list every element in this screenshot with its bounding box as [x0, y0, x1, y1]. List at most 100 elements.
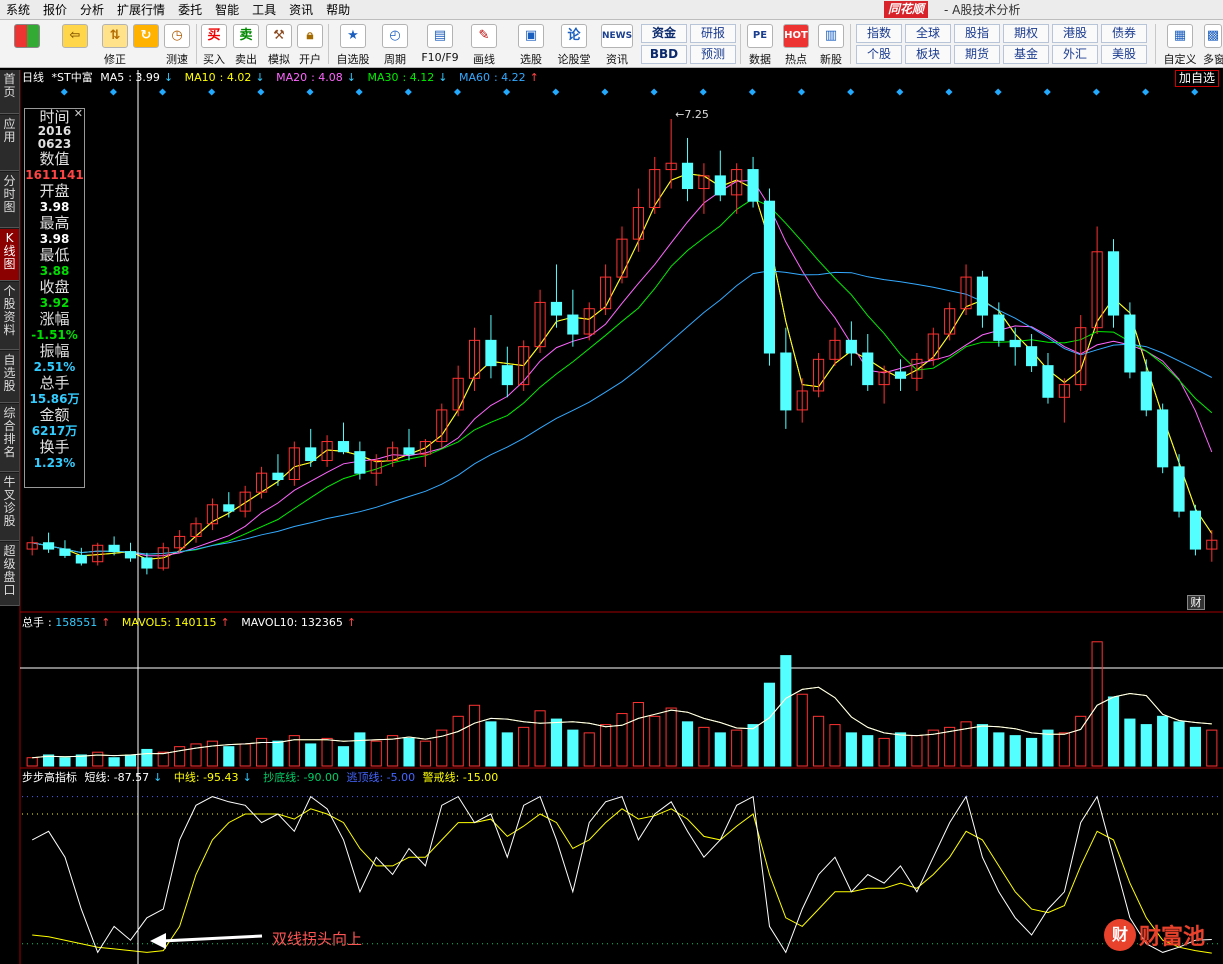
tab-apps[interactable]: 应用	[0, 115, 19, 171]
volume-bar	[681, 721, 694, 767]
forecast-button[interactable]: 预测	[690, 45, 736, 64]
ma20-label: MA20: 4.08 ↓	[276, 71, 357, 84]
indicator-short-line	[31, 795, 1212, 954]
layout-button[interactable]	[8, 22, 46, 66]
custom-button[interactable]: ▦ 自定义	[1160, 22, 1200, 66]
forum-button[interactable]: 论 论股堂	[555, 22, 593, 66]
stock-index-button[interactable]: 股指	[954, 24, 1000, 43]
toolbar-separator	[740, 24, 741, 64]
buy-button[interactable]: 买 买入	[200, 22, 228, 66]
f10-button[interactable]: ▤ F10/F9	[418, 22, 462, 66]
event-marker	[159, 88, 167, 96]
volume-bar	[1026, 737, 1038, 767]
menu-system[interactable]: 系统	[0, 0, 37, 20]
back-button[interactable]: ⇦	[58, 22, 92, 66]
global-button[interactable]: 全球	[905, 24, 951, 43]
candle-body	[1157, 409, 1169, 468]
index-button[interactable]: 指数	[856, 24, 902, 43]
ma60-label: MA60: 4.22 ↑	[458, 71, 539, 84]
finance-badge[interactable]: 财	[1187, 595, 1205, 610]
menu-analysis[interactable]: 分析	[74, 0, 111, 20]
menu-extended-quote[interactable]: 扩展行情	[111, 0, 172, 20]
volume-bar	[59, 757, 71, 767]
volume-bar	[616, 713, 628, 767]
period-button[interactable]: ◴ 周期	[377, 22, 413, 66]
event-marker	[60, 88, 68, 96]
menu-smart[interactable]: 智能	[209, 0, 246, 20]
watchlist-button[interactable]: ★ 自选股	[333, 22, 373, 66]
price-legend: 日线 *ST中富 MA5: 3.99 ↓ MA10: 4.02 ↓ MA20: 4.…	[22, 70, 547, 86]
menu-help[interactable]: 帮助	[320, 0, 357, 20]
tab-stock-profile[interactable]: 个股资料	[0, 282, 19, 350]
event-marker	[699, 88, 707, 96]
candle-body	[567, 314, 579, 335]
left-tab-bar: 首页 应用 分时图 K线图 个股资料 自选股 综合排名 牛叉诊股 超级盘口	[0, 70, 20, 606]
volume-bar	[878, 737, 890, 767]
speedometer-icon: ◷	[164, 24, 190, 48]
toolbar-separator	[196, 24, 197, 64]
volume-bar	[223, 746, 235, 767]
tab-ranking[interactable]: 综合排名	[0, 404, 19, 472]
us-stock-button[interactable]: 美股	[1101, 45, 1147, 64]
volume-bar	[665, 707, 677, 767]
volume-bar	[1157, 715, 1169, 767]
candle-body	[1140, 371, 1152, 411]
sell-button[interactable]: 卖 卖出	[232, 22, 260, 66]
fund-button[interactable]: 基金	[1003, 45, 1049, 64]
news-icon: NEWS	[601, 24, 633, 48]
speed-test-button[interactable]: ◷ 测速	[162, 22, 192, 66]
candle-body	[108, 544, 120, 553]
single-stock-button[interactable]: 个股	[856, 45, 902, 64]
volume-bar	[698, 726, 710, 767]
tab-watchlist[interactable]: 自选股	[0, 351, 19, 403]
research-button[interactable]: 研报	[690, 24, 736, 43]
funds-button[interactable]: 资金	[641, 24, 687, 43]
volume-bar	[894, 732, 907, 767]
add-to-watchlist-button[interactable]: 加自选	[1174, 70, 1219, 87]
open-account-button[interactable]: 🔒︎ 开户	[296, 22, 324, 66]
futures-button[interactable]: 期货	[954, 45, 1000, 64]
options-button[interactable]: 期权	[1003, 24, 1049, 43]
volume-bar	[387, 735, 399, 767]
candle-body	[272, 472, 284, 480]
volume-bar	[862, 735, 874, 767]
simulate-button[interactable]: ⚒ 模拟	[264, 22, 294, 66]
multi-window-button[interactable]: ▩ 多窗	[1203, 22, 1223, 66]
volume-bar	[92, 751, 104, 767]
hot-button[interactable]: HOT 热点	[781, 22, 811, 66]
hk-stock-button[interactable]: 港股	[1052, 24, 1098, 43]
period-label: 日线	[22, 71, 44, 84]
menu-quote[interactable]: 报价	[37, 0, 74, 20]
event-marker	[1043, 88, 1051, 96]
tab-home[interactable]: 首页	[0, 70, 19, 114]
select-stock-button[interactable]: ▣ 选股	[511, 22, 551, 66]
news-button[interactable]: NEWS 资讯	[599, 22, 635, 66]
close-icon[interactable]: ✕	[74, 107, 83, 120]
new-stock-button[interactable]: ▥ 新股	[816, 22, 846, 66]
tab-kline[interactable]: K线图	[0, 229, 19, 281]
forex-button[interactable]: 外汇	[1052, 45, 1098, 64]
annotation-arrow	[161, 934, 263, 943]
back-arrow-icon: ⇦	[62, 24, 88, 48]
candle-body	[141, 557, 153, 569]
data-button[interactable]: PE 数据	[745, 22, 775, 66]
correct-button[interactable]: ⇅ 修正	[98, 22, 132, 66]
draw-line-button[interactable]: ✎ 画线	[466, 22, 502, 66]
menu-news[interactable]: 资讯	[283, 0, 320, 20]
menu-tools[interactable]: 工具	[246, 0, 283, 20]
tab-intraday[interactable]: 分时图	[0, 172, 19, 228]
tab-super-panel[interactable]: 超级盘口	[0, 542, 19, 606]
tab-diagnosis[interactable]: 牛叉诊股	[0, 473, 19, 541]
candle-body	[1107, 251, 1120, 316]
kline-chart[interactable]: ←7.25	[0, 68, 1223, 964]
menu-trade[interactable]: 委托	[172, 0, 209, 20]
candle-body	[42, 542, 55, 550]
high-price-label: ←7.25	[675, 108, 709, 121]
bond-button[interactable]: 债券	[1101, 24, 1147, 43]
chart-area[interactable]: ←7.25	[0, 68, 1223, 964]
event-marker	[945, 88, 953, 96]
sector-button[interactable]: 板块	[905, 45, 951, 64]
candle-body	[59, 548, 71, 556]
bbd-button[interactable]: BBD	[641, 45, 687, 64]
fix-button[interactable]: ↻	[131, 22, 161, 66]
